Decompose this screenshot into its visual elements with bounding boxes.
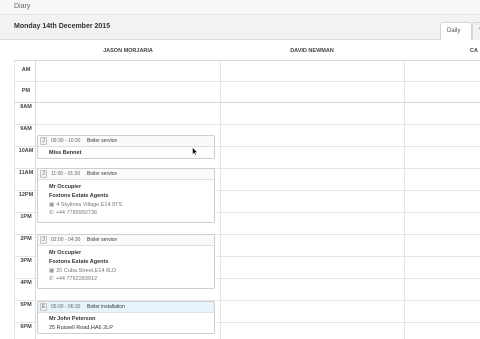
row-label-am: AM <box>21 67 31 73</box>
row-divider <box>14 124 480 125</box>
hour-label: 11AM <box>18 170 34 176</box>
customer-name: Miss Bennet <box>49 150 82 156</box>
appointment-card[interactable]: J 02:00 - 04:30 Boiler service Mr Occupi… <box>37 234 215 289</box>
hour-label: 9AM <box>20 126 32 132</box>
appointment-header: J 11:00 - 01:30 Boiler service <box>38 169 214 180</box>
customer-phone: +44 7789992736 <box>55 210 98 217</box>
appointment-type: Boiler installation <box>87 304 125 310</box>
appointment-time: 05:00 - 06:30 <box>51 304 81 310</box>
column-header-third: CA <box>470 48 478 54</box>
row-label-pm: PM <box>21 88 31 94</box>
tab-weekly[interactable]: V <box>472 22 480 40</box>
engineer-badge: E <box>40 303 47 311</box>
appointment-type: Boiler service <box>87 138 118 144</box>
hour-label: 3PM <box>20 258 32 264</box>
mouse-cursor-icon <box>192 147 198 156</box>
tab-daily[interactable]: Daily <box>440 22 472 40</box>
agent-name: Foxtons Estate Agents <box>49 192 109 199</box>
customer-address: 25 Russell Road,HA6 2LP <box>49 324 113 331</box>
appointment-type: Boiler service <box>87 237 118 243</box>
engineer-badge: J <box>40 137 47 145</box>
current-date: Monday 14th December 2015 <box>14 23 111 30</box>
customer-name: Mr Occupier <box>49 184 82 190</box>
appointment-time: 02:00 - 04:30 <box>51 237 81 243</box>
hour-label: 2PM <box>20 236 32 242</box>
customer-phone: +44 7762283912 <box>55 276 98 283</box>
customer-address: 4 Skylines Village,E14 9TS <box>56 201 123 208</box>
appointment-header: J 02:00 - 04:30 Boiler service <box>38 235 214 246</box>
row-divider <box>14 102 480 103</box>
appointment-time: 11:00 - 01:30 <box>51 171 81 177</box>
appointment-card[interactable]: E 05:00 - 06:30 Boiler installation Mr J… <box>37 301 215 334</box>
hour-label: 5PM <box>20 302 32 308</box>
app-title: Diary <box>14 3 31 10</box>
appointment-type: Boiler service <box>87 171 118 177</box>
customer-address: 20 Cuba Street,E14 8LD <box>56 267 117 274</box>
hour-label: 12PM <box>18 192 34 198</box>
hour-label: 10AM <box>18 148 34 154</box>
building-icon: ▦ <box>49 267 55 274</box>
customer-name: Mr John Peterson <box>49 316 96 322</box>
engineer-badge: J <box>40 170 47 178</box>
engineer-badge: J <box>40 236 47 244</box>
appointment-card[interactable]: J 11:00 - 01:30 Boiler service Mr Occupi… <box>37 168 215 223</box>
hour-label: 1PM <box>20 214 32 220</box>
customer-name: Mr Occupier <box>49 250 82 256</box>
hour-label: 6PM <box>20 324 32 330</box>
diary-header: Monday 14th December 2015 Daily V <box>0 15 480 40</box>
phone-icon: ✆ <box>49 276 54 283</box>
column-header-david-newman: DAVID NEWMAN <box>290 48 334 54</box>
phone-icon: ✆ <box>49 210 54 217</box>
appointment-time: 09:30 - 10:30 <box>51 138 81 144</box>
row-divider <box>14 60 480 61</box>
building-icon: ▦ <box>49 201 55 208</box>
agent-name: Foxtons Estate Agents <box>49 258 109 265</box>
row-divider <box>14 81 480 82</box>
appointment-card[interactable]: J 09:30 - 10:30 Boiler service Miss Benn… <box>37 135 215 159</box>
column-header-jason-morjaria: JASON MORJARIA <box>103 48 153 54</box>
hour-label: 8AM <box>20 104 32 110</box>
appointment-header: J 09:30 - 10:30 Boiler service <box>38 136 214 147</box>
appointment-header: E 05:00 - 06:30 Boiler installation <box>38 302 214 313</box>
app-title-bar: Diary <box>0 0 480 15</box>
hour-label: 4PM <box>20 280 32 286</box>
